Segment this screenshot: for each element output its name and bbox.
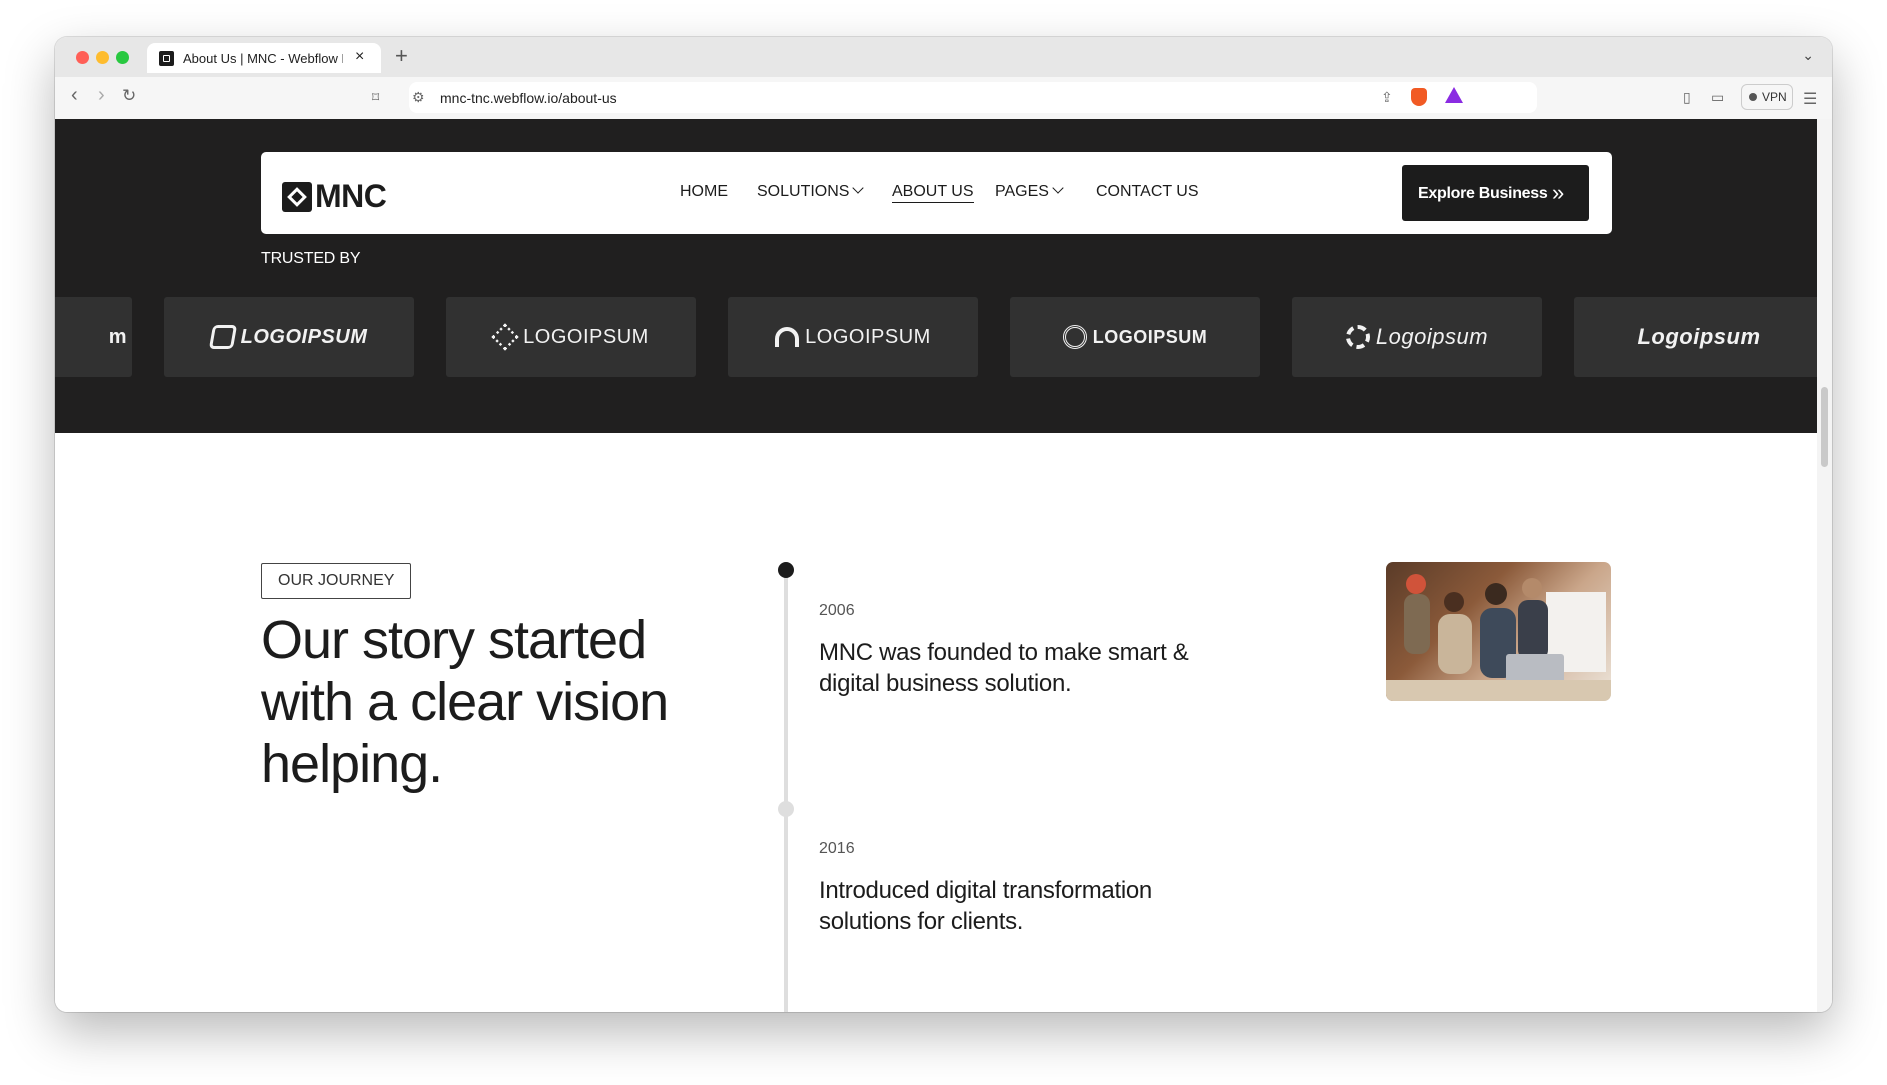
browser-window: About Us | MNC - Webflow H × + ⌄ ‹ › ↻ ⌑… (55, 37, 1832, 1012)
explore-business-label: Explore Business (1418, 185, 1548, 202)
logo-mark-icon (282, 181, 312, 212)
tab-close-icon[interactable]: × (355, 48, 364, 66)
milestone-text: MNC was founded to make smart & digital … (819, 639, 1189, 697)
hero-dark-section: MNC HOME SOLUTIONS ABOUT US PAGES CONTAC… (55, 119, 1817, 433)
nav-home[interactable]: HOME (680, 183, 728, 201)
partner-logo: LOGOIPSUM (164, 297, 414, 377)
logo-mark-icon (775, 327, 800, 347)
nav-solutions-label: SOLUTIONS (757, 183, 850, 200)
logo-mark-icon (491, 323, 519, 351)
close-window-button[interactable] (76, 51, 89, 64)
tab-list-chevron-icon[interactable]: ⌄ (1802, 47, 1814, 64)
partner-logo: LOGOIPSUM (728, 297, 978, 377)
partner-logo-text: Logoipsum (1637, 324, 1761, 349)
partner-logo: Logoipsum (1292, 297, 1542, 377)
new-tab-button[interactable]: + (395, 43, 408, 69)
nav-pages-label: PAGES (995, 183, 1049, 200)
timeline-dot (778, 801, 794, 817)
url-text[interactable]: mnc-tnc.webflow.io/about-us (440, 90, 617, 106)
double-chevron-right-icon: » (1552, 180, 1565, 205)
partner-logo: LOGOIPSUM (1010, 297, 1260, 377)
reload-icon[interactable]: ↻ (122, 87, 136, 104)
partner-logo-text: LOGOIPSUM (1092, 326, 1208, 347)
vpn-status-icon (1749, 93, 1757, 101)
team-photo (1386, 562, 1611, 701)
site-logo[interactable]: MNC (282, 178, 387, 215)
partner-logo-text: LOGOIPSUM (805, 325, 931, 348)
milestone-year: 2006 (819, 602, 855, 619)
partner-logo-text: Logoipsum (1375, 324, 1489, 349)
navbar: MNC HOME SOLUTIONS ABOUT US PAGES CONTAC… (261, 152, 1612, 234)
site-settings-icon[interactable]: ⚙ (412, 89, 425, 106)
scrollbar[interactable] (1817, 119, 1832, 1012)
vpn-label: VPN (1762, 90, 1787, 104)
logo-mark-icon (208, 325, 237, 349)
partner-logo-text: LOGOIPSUM (523, 325, 649, 348)
bookmark-icon[interactable]: ⌑ (372, 89, 379, 106)
nav-solutions[interactable]: SOLUTIONS (757, 182, 865, 201)
tab-strip: About Us | MNC - Webflow H × + ⌄ (55, 37, 1832, 77)
nav-contact[interactable]: CONTACT US (1096, 183, 1199, 201)
scrollbar-thumb[interactable] (1821, 387, 1828, 467)
timeline-line (784, 563, 788, 1012)
back-icon[interactable]: ‹ (71, 85, 78, 105)
site-favicon-icon (159, 51, 174, 66)
timeline-dot-active (778, 562, 794, 578)
our-journey-badge: OUR JOURNEY (261, 563, 412, 599)
menu-icon[interactable]: ☰ (1803, 89, 1817, 109)
vpn-button[interactable]: VPN (1741, 84, 1793, 110)
rewards-icon[interactable] (1445, 87, 1463, 103)
browser-toolbar: ‹ › ↻ ⌑ ⚙ mnc-tnc.webflow.io/about-us ⇪ … (55, 77, 1832, 120)
nav-pages[interactable]: PAGES (995, 182, 1064, 201)
journey-heading: Our story started with a clear vision he… (261, 610, 669, 794)
trusted-by-label: TRUSTED BY (261, 250, 361, 267)
tab-title: About Us | MNC - Webflow H (183, 51, 343, 66)
milestone-text: Introduced digital transformation soluti… (819, 877, 1152, 935)
maximize-window-button[interactable] (116, 51, 129, 64)
partner-logo-text: m (108, 325, 127, 348)
logo-mark-icon (1345, 325, 1370, 349)
partner-logo: LOGOIPSUM (446, 297, 696, 377)
partner-logo: Logoipsum (1574, 297, 1817, 377)
browser-tab[interactable]: About Us | MNC - Webflow H × (147, 43, 381, 73)
explore-business-button[interactable]: Explore Business » (1402, 165, 1589, 221)
chevron-down-icon (1052, 182, 1064, 194)
logo-text: MNC (315, 178, 387, 214)
nav-about[interactable]: ABOUT US (892, 183, 974, 203)
share-icon[interactable]: ⇪ (1381, 89, 1393, 106)
wallet-icon[interactable]: ▭ (1711, 89, 1724, 106)
logo-mark-icon (1062, 325, 1087, 349)
forward-icon[interactable]: › (98, 85, 105, 105)
team-photo-illustration (1386, 574, 1611, 701)
sidebar-icon[interactable]: ▯ (1683, 89, 1691, 106)
chevron-down-icon (852, 182, 865, 194)
milestone-year: 2016 (819, 840, 855, 857)
partner-logo: m (55, 297, 132, 377)
brave-shield-icon[interactable] (1411, 88, 1427, 106)
partner-logo-text: LOGOIPSUM (240, 325, 368, 348)
page-viewport: MNC HOME SOLUTIONS ABOUT US PAGES CONTAC… (55, 119, 1817, 1012)
minimize-window-button[interactable] (96, 51, 109, 64)
